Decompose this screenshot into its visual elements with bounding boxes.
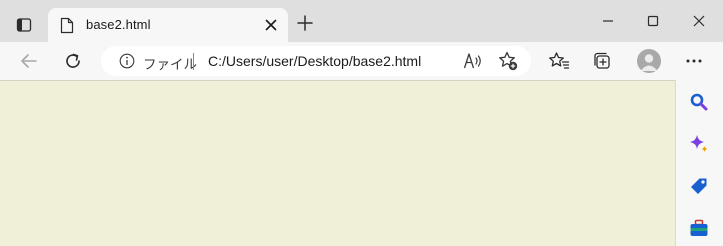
- tab-strip: base2.html: [0, 0, 723, 42]
- tab-actions-button[interactable]: [10, 11, 38, 39]
- tab-title: base2.html: [86, 17, 151, 32]
- file-icon: [60, 17, 74, 34]
- sparkle-icon[interactable]: [689, 134, 709, 154]
- read-aloud-icon[interactable]: [463, 52, 483, 70]
- profile-avatar[interactable]: [637, 49, 661, 73]
- add-favorite-icon[interactable]: [498, 51, 518, 71]
- url-text[interactable]: C:/Users/user/Desktop/base2.html: [208, 53, 421, 69]
- back-arrow-icon[interactable]: [18, 50, 40, 72]
- address-separator: [193, 53, 194, 70]
- collections-icon[interactable]: [591, 50, 613, 72]
- close-icon[interactable]: [263, 17, 279, 33]
- more-icon[interactable]: [683, 50, 705, 72]
- address-bar[interactable]: ファイル C:/Users/user/Desktop/base2.html: [101, 46, 531, 76]
- browser-window: base2.html ファイル C:/Users/user/Desktop/ba…: [0, 0, 723, 246]
- tag-icon[interactable]: [689, 176, 709, 196]
- toolbox-icon[interactable]: [689, 218, 709, 238]
- favorites-icon[interactable]: [548, 50, 570, 72]
- page-content[interactable]: [0, 80, 676, 246]
- maximize-icon[interactable]: [642, 10, 664, 32]
- avatar-person-icon: [640, 54, 658, 71]
- plus-icon[interactable]: [295, 13, 315, 33]
- refresh-icon[interactable]: [62, 50, 84, 72]
- tab-base2[interactable]: base2.html: [48, 8, 288, 42]
- search-icon[interactable]: [689, 92, 709, 112]
- toolbar: ファイル C:/Users/user/Desktop/base2.html: [0, 42, 723, 80]
- info-icon[interactable]: [119, 53, 135, 69]
- window-close-icon[interactable]: [688, 10, 710, 32]
- tab-actions-icon: [16, 18, 32, 32]
- minimize-icon[interactable]: [597, 10, 619, 32]
- site-label: ファイル: [143, 57, 197, 72]
- edge-sidebar: [676, 80, 723, 246]
